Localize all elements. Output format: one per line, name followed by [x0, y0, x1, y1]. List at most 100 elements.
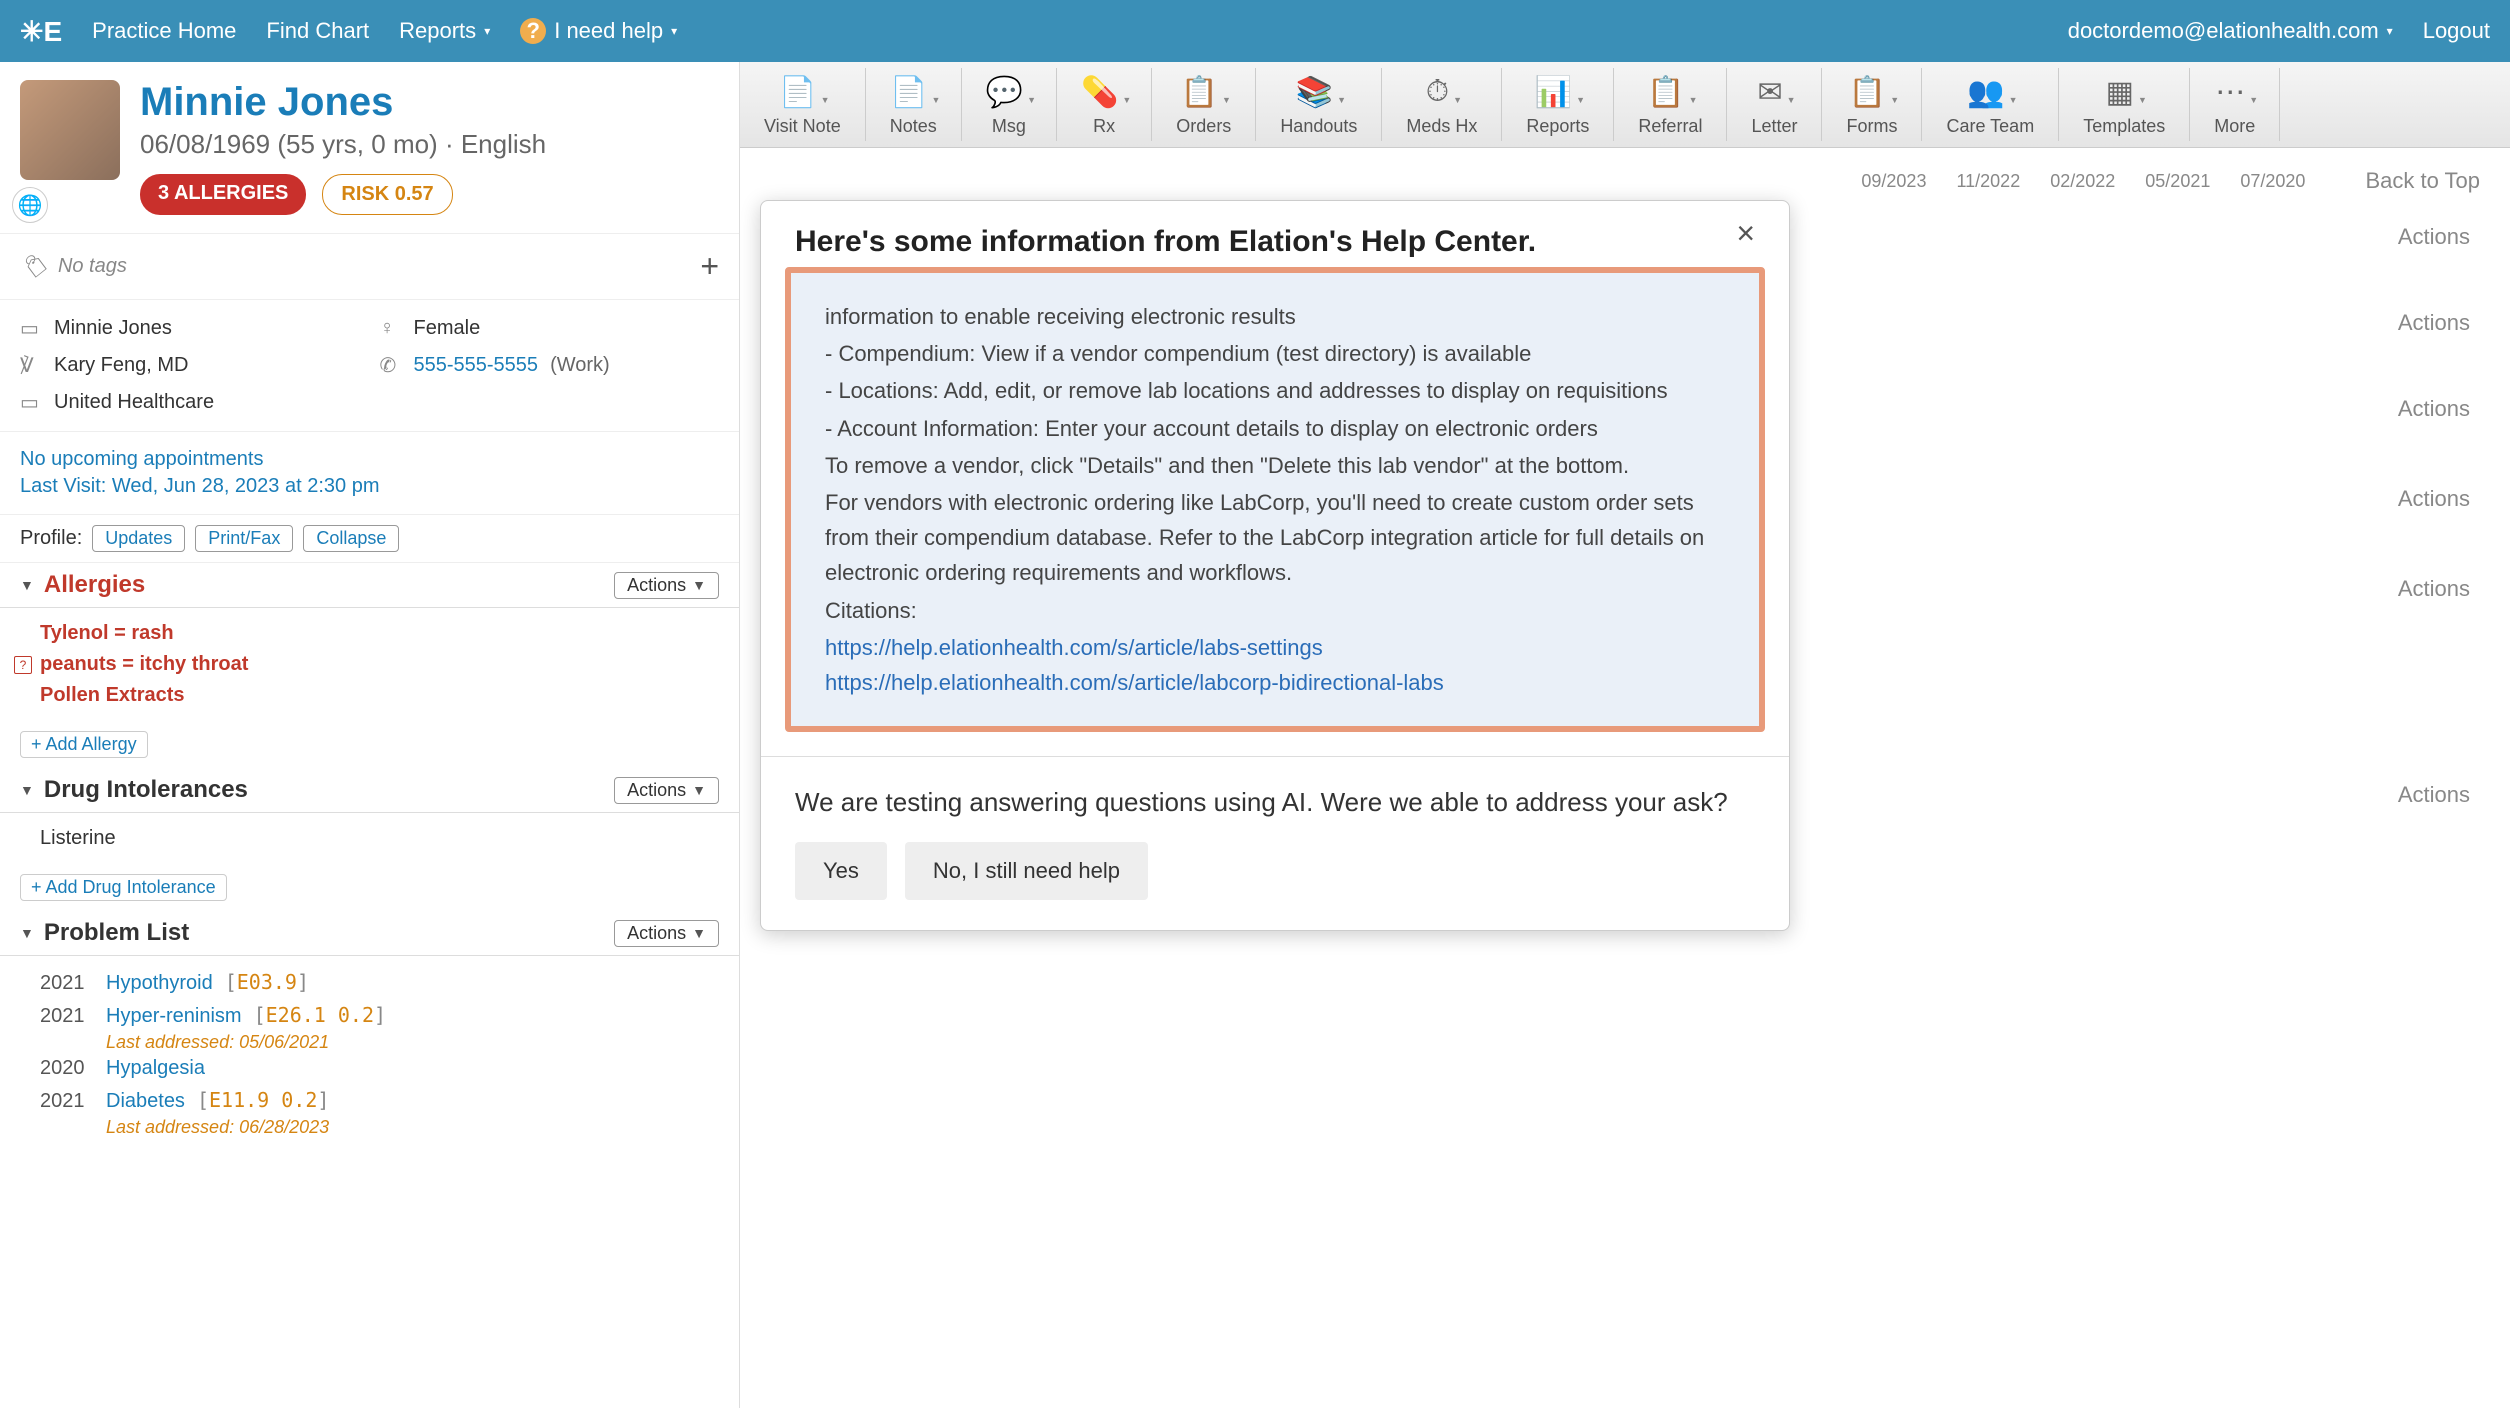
toolbar-more[interactable]: ⋯▼More [2190, 68, 2280, 141]
patient-name[interactable]: Minnie Jones [140, 80, 719, 125]
add-tag-button[interactable]: + [700, 248, 719, 285]
intolerances-actions-button[interactable]: Actions▼ [614, 777, 719, 804]
allergies-badge[interactable]: 3 ALLERGIES [140, 174, 306, 215]
toolbar-icon: 📄▼ [779, 72, 825, 112]
problems-actions-button[interactable]: Actions▼ [614, 920, 719, 947]
patient-avatar[interactable] [20, 80, 120, 180]
help-citation-link[interactable]: https://help.elationhealth.com/s/article… [825, 630, 1725, 665]
actions-link[interactable]: Actions [2398, 782, 2470, 808]
toolbar-templates[interactable]: ▦▼ Templates [2059, 68, 2190, 141]
timeline-date[interactable]: 05/2021 [2145, 171, 2210, 192]
warning-icon: ? [14, 656, 32, 674]
help-content-body: information to enable receiving electron… [805, 287, 1745, 712]
problem-name[interactable]: Hypothyroid [106, 972, 213, 995]
nav-help[interactable]: ?I need help▾ [520, 18, 677, 44]
toolbar-msg[interactable]: 💬▼Msg [962, 68, 1057, 141]
print-fax-button[interactable]: Print/Fax [195, 525, 293, 552]
feedback-yes-button[interactable]: Yes [795, 842, 887, 900]
problem-list-header[interactable]: ▼Problem List [20, 919, 189, 947]
help-icon: ? [520, 18, 546, 44]
toolbar-icon: 📋▼ [1181, 72, 1227, 112]
toolbar-icon: 💊▼ [1081, 72, 1127, 112]
allergy-item[interactable]: peanuts = itchy throat [40, 649, 248, 680]
actions-link[interactable]: Actions [2398, 396, 2470, 422]
logout-link[interactable]: Logout [2423, 18, 2490, 44]
toolbar-label: Referral [1638, 116, 1702, 137]
actions-link[interactable]: Actions [2398, 486, 2470, 512]
last-visit[interactable]: Last Visit: Wed, Jun 28, 2023 at 2:30 pm [20, 475, 719, 498]
toolbar-forms[interactable]: 📋▼Forms [1822, 68, 1922, 141]
phone-icon: ✆ [380, 353, 402, 378]
feedback-no-button[interactable]: No, I still need help [905, 842, 1148, 900]
toolbar-orders[interactable]: 📋▼Orders [1152, 68, 1256, 141]
add-allergy-button[interactable]: + Add Allergy [20, 731, 148, 758]
allergy-item[interactable]: Tylenol = rash [40, 618, 699, 649]
toolbar-care-team[interactable]: 👥▼Care Team [1922, 68, 2059, 141]
toolbar-reports[interactable]: 📊▼Reports [1502, 68, 1614, 141]
problem-name[interactable]: Hypalgesia [106, 1057, 205, 1080]
chevron-down-icon: ▼ [20, 925, 34, 941]
toolbar-icon: ▦▼ [2106, 72, 2143, 112]
problem-name[interactable]: Hyper-reninism [106, 1005, 242, 1028]
toolbar-handouts[interactable]: 📚▼Handouts [1256, 68, 1382, 141]
toolbar-notes[interactable]: 📄▼Notes [866, 68, 962, 141]
person-icon: ▭ [20, 316, 42, 341]
toolbar-label: Meds Hx [1406, 116, 1477, 137]
actions-link[interactable]: Actions [2398, 576, 2470, 602]
timeline-date[interactable]: 09/2023 [1861, 171, 1926, 192]
provider-name: Kary Feng, MD [54, 354, 188, 377]
problem-year: 2020 [40, 1057, 94, 1080]
toolbar-letter[interactable]: ✉▼Letter [1727, 68, 1822, 141]
timeline-dates: 09/2023 11/2022 02/2022 05/2021 07/2020 [1861, 171, 2305, 192]
toolbar-referral[interactable]: 📋▼Referral [1614, 68, 1727, 141]
user-menu[interactable]: doctordemo@elationhealth.com▾ [2068, 18, 2393, 44]
intolerance-item[interactable]: Listerine [40, 823, 699, 854]
help-center-popup: Here's some information from Elation's H… [760, 200, 1790, 931]
toolbar-label: Care Team [1946, 116, 2034, 137]
actions-link[interactable]: Actions [2398, 224, 2470, 250]
top-nav: ✳E Practice Home Find Chart Reports▾ ?I … [0, 0, 2510, 62]
insurance-name: United Healthcare [54, 391, 214, 414]
phone-link[interactable]: 555-555-5555 [414, 354, 539, 377]
actions-link[interactable]: Actions [2398, 310, 2470, 336]
chart-toolbar: 📄▼Visit Note📄▼Notes💬▼Msg💊▼Rx📋▼Orders📚▼Ha… [740, 62, 2510, 148]
problem-row[interactable]: 2021Diabetes [E11.9 0.2] [40, 1084, 699, 1117]
problem-row[interactable]: 2020 Hypalgesia [40, 1053, 699, 1084]
toolbar-icon: ✉▼ [1757, 72, 1791, 112]
problem-year: 2021 [40, 1090, 94, 1113]
elation-logo[interactable]: ✳E [20, 15, 62, 48]
female-icon: ♀ [380, 317, 402, 340]
toolbar-label: Handouts [1280, 116, 1357, 137]
help-citation-link[interactable]: https://help.elationhealth.com/s/article… [825, 665, 1725, 700]
no-upcoming-appointments[interactable]: No upcoming appointments [20, 448, 719, 471]
collapse-button[interactable]: Collapse [303, 525, 399, 552]
toolbar-visit-note[interactable]: 📄▼Visit Note [740, 68, 866, 141]
intolerances-header[interactable]: ▼Drug Intolerances [20, 776, 248, 804]
allergies-header[interactable]: ▼Allergies [20, 571, 145, 599]
add-intolerance-button[interactable]: + Add Drug Intolerance [20, 874, 227, 901]
toolbar-label: Templates [2083, 116, 2165, 137]
toolbar-icon: 📊▼ [1535, 72, 1581, 112]
timeline-date[interactable]: 11/2022 [1956, 171, 2020, 192]
chevron-down-icon: ▾ [671, 24, 677, 38]
problem-name[interactable]: Diabetes [106, 1090, 185, 1113]
problem-row[interactable]: 2021Hyper-reninism [E26.1 0.2] [40, 999, 699, 1032]
toolbar-rx[interactable]: 💊▼Rx [1057, 68, 1152, 141]
problem-row[interactable]: 2021Hypothyroid [E03.9] [40, 966, 699, 999]
help-popup-title: Here's some information from Elation's H… [795, 225, 1536, 259]
close-icon[interactable]: × [1736, 225, 1755, 241]
globe-icon[interactable]: 🌐 [12, 187, 48, 223]
allergy-item[interactable]: Pollen Extracts [40, 680, 699, 711]
risk-badge[interactable]: RISK 0.57 [322, 174, 452, 215]
nav-find-chart[interactable]: Find Chart [266, 18, 369, 44]
last-addressed: Last addressed: 06/28/2023 [106, 1117, 699, 1138]
nav-practice-home[interactable]: Practice Home [92, 18, 236, 44]
nav-reports[interactable]: Reports▾ [399, 18, 490, 44]
timeline-date[interactable]: 02/2022 [2050, 171, 2115, 192]
back-to-top-link[interactable]: Back to Top [2365, 168, 2480, 194]
updates-button[interactable]: Updates [92, 525, 185, 552]
timeline-date[interactable]: 07/2020 [2240, 171, 2305, 192]
toolbar-meds-hx[interactable]: ⏱▼Meds Hx [1382, 68, 1502, 141]
allergies-actions-button[interactable]: Actions▼ [614, 572, 719, 599]
chevron-down-icon: ▼ [20, 782, 34, 798]
